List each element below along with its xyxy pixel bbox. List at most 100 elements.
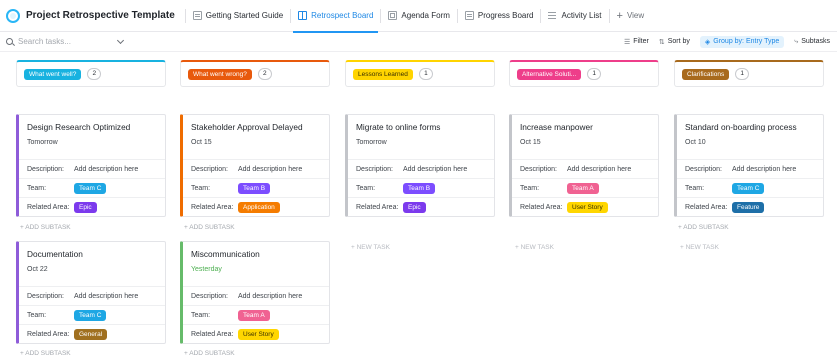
description-field[interactable]: Description: Add description here [183,159,329,178]
team-tag[interactable]: Team A [567,182,599,194]
task-title[interactable]: Standard on-boarding process [677,115,823,137]
tab-activity-list[interactable]: Activity List [541,0,608,32]
tab-agenda-form[interactable]: Agenda Form [381,0,456,32]
tab-label: Retrospect Board [311,11,374,20]
description-field[interactable]: Description: Add description here [183,286,329,305]
group-by-button[interactable]: ◈ Group by: Entry Type [699,35,785,48]
related-area-tag[interactable]: Application [238,201,280,213]
tab-retrospect-board[interactable]: Retrospect Board [291,0,380,33]
task-card[interactable]: Miscommunication Yesterday Description: … [180,241,330,344]
search-box[interactable] [6,36,130,46]
description-field[interactable]: Description: Add description here [512,159,658,178]
description-value[interactable]: Add description here [403,166,467,173]
related-area-field[interactable]: Related Area: Epic [19,197,165,216]
task-card[interactable]: Increase manpower Oct 15 Description: Ad… [509,114,659,217]
subtasks-button[interactable]: ⤷ Subtasks [794,38,830,46]
related-area-field[interactable]: Related Area: User Story [183,324,329,343]
add-subtask-button[interactable]: + ADD SUBTASK [674,224,824,231]
description-field[interactable]: Description: Add description here [19,159,165,178]
new-task-button[interactable]: + NEW TASK [674,244,824,251]
add-view-button[interactable]: + View [610,0,652,32]
due-date[interactable]: Oct 22 [19,264,165,286]
team-field[interactable]: Team: Team A [512,178,658,197]
field-label: Team: [191,311,211,319]
task-card[interactable]: Stakeholder Approval Delayed Oct 15 Desc… [180,114,330,217]
related-area-tag[interactable]: Epic [403,201,426,213]
column-label: What went wrong? [188,68,252,80]
related-area-field[interactable]: Related Area: Application [183,197,329,216]
description-value[interactable]: Add description here [238,166,302,173]
column-label: Lessons Learned [353,68,413,80]
task-card[interactable]: Documentation Oct 22 Description: Add de… [16,241,166,344]
related-area-field[interactable]: Related Area: Feature [677,197,823,216]
new-task-button[interactable]: + NEW TASK [509,244,659,251]
team-tag[interactable]: Team A [238,309,270,321]
description-value[interactable]: Add description here [74,293,138,300]
app-logo-icon[interactable] [6,8,20,23]
column-header[interactable]: Alternative Soluti... 1 [509,60,659,87]
team-field[interactable]: Team: Team B [348,178,494,197]
due-date[interactable]: Yesterday [183,264,329,286]
description-field[interactable]: Description: Add description here [19,286,165,305]
field-label: Related Area: [191,330,234,338]
team-tag[interactable]: Team C [74,182,107,194]
task-card[interactable]: Design Research Optimized Tomorrow Descr… [16,114,166,217]
add-subtask-button[interactable]: + ADD SUBTASK [16,350,166,357]
team-tag[interactable]: Team C [732,182,765,194]
team-tag[interactable]: Team B [238,182,271,194]
description-field[interactable]: Description: Add description here [348,159,494,178]
team-tag[interactable]: Team C [74,309,107,321]
related-area-tag[interactable]: Feature [732,201,765,213]
team-field[interactable]: Team: Team A [183,305,329,324]
column-header[interactable]: Clarifications 1 [674,60,824,87]
search-input[interactable] [18,37,118,46]
related-area-tag[interactable]: User Story [567,201,608,213]
team-field[interactable]: Team: Team C [19,305,165,324]
due-date[interactable]: Tomorrow [348,137,494,159]
task-title[interactable]: Migrate to online forms [348,115,494,137]
column-header[interactable]: What went well? 2 [16,60,166,87]
task-card[interactable]: Migrate to online forms Tomorrow Descrip… [345,114,495,217]
task-title[interactable]: Miscommunication [183,242,329,264]
board-toolbar: ☰ Filter ⇅ Sort by ◈ Group by: Entry Typ… [0,32,837,52]
column-header[interactable]: Lessons Learned 1 [345,60,495,87]
description-value[interactable]: Add description here [74,166,138,173]
related-area-field[interactable]: Related Area: Epic [348,197,494,216]
related-area-field[interactable]: Related Area: User Story [512,197,658,216]
description-value[interactable]: Add description here [238,293,302,300]
sort-button[interactable]: ⇅ Sort by [659,38,690,46]
related-area-tag[interactable]: General [74,328,108,340]
description-value[interactable]: Add description here [567,166,631,173]
add-subtask-button[interactable]: + ADD SUBTASK [180,224,330,231]
related-area-tag[interactable]: Epic [74,201,97,213]
team-field[interactable]: Team: Team C [677,178,823,197]
tab-progress-board[interactable]: Progress Board [458,0,541,32]
field-label: Related Area: [520,203,563,211]
team-tag[interactable]: Team B [403,182,436,194]
related-area-tag[interactable]: User Story [238,328,279,340]
task-title[interactable]: Increase manpower [512,115,658,137]
team-field[interactable]: Team: Team C [19,178,165,197]
task-title[interactable]: Documentation [19,242,165,264]
due-date[interactable]: Oct 10 [677,137,823,159]
tab-label: Progress Board [477,11,534,20]
task-card[interactable]: Standard on-boarding process Oct 10 Desc… [674,114,824,217]
chevron-down-icon[interactable] [116,36,125,44]
task-title[interactable]: Stakeholder Approval Delayed [183,115,329,137]
description-field[interactable]: Description: Add description here [677,159,823,178]
due-date[interactable]: Oct 15 [512,137,658,159]
task-title[interactable]: Design Research Optimized [19,115,165,137]
team-field[interactable]: Team: Team B [183,178,329,197]
tab-getting-started-guide[interactable]: Getting Started Guide [186,0,290,32]
add-subtask-button[interactable]: + ADD SUBTASK [180,350,330,357]
related-area-field[interactable]: Related Area: General [19,324,165,343]
new-task-button[interactable]: + NEW TASK [345,244,495,251]
filter-button[interactable]: ☰ Filter [624,38,649,46]
due-date[interactable]: Oct 15 [183,137,329,159]
column-header[interactable]: What went wrong? 2 [180,60,330,87]
subtasks-label: Subtasks [801,38,830,45]
due-date[interactable]: Tomorrow [19,137,165,159]
add-subtask-button[interactable]: + ADD SUBTASK [16,224,166,231]
description-value[interactable]: Add description here [732,166,796,173]
column-count: 1 [735,68,750,80]
